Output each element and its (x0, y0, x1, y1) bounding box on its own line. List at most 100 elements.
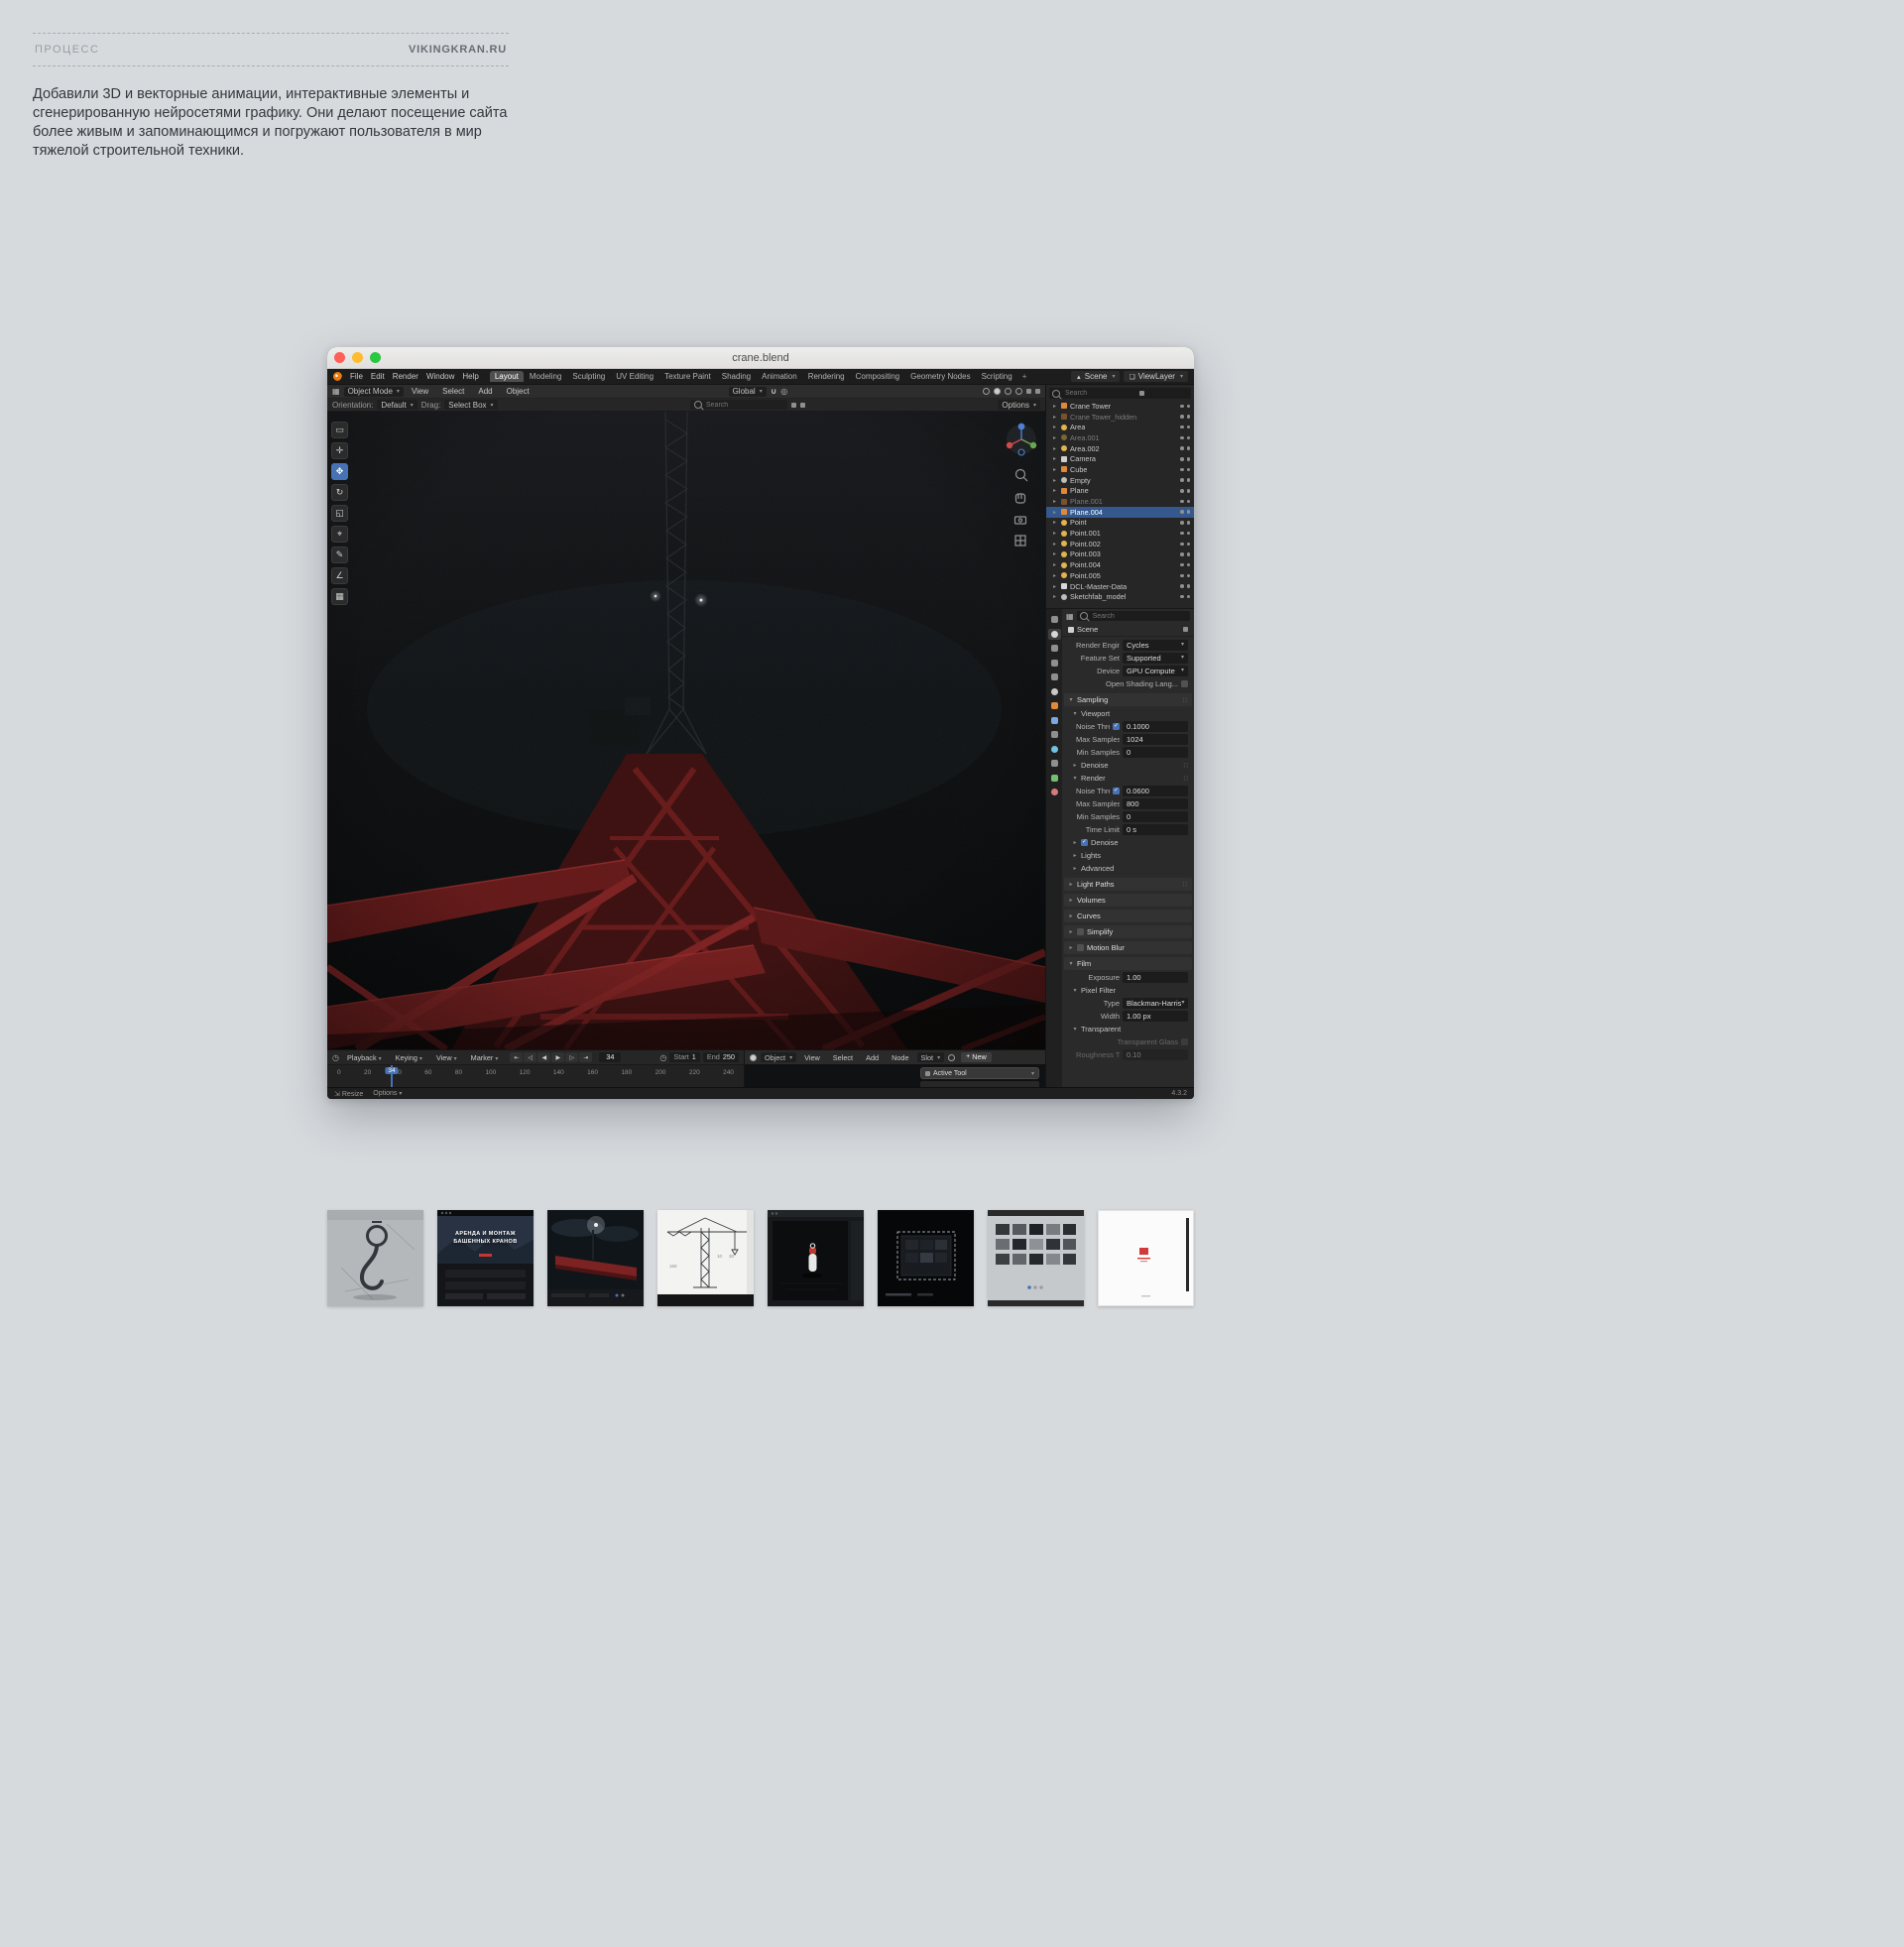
property-row[interactable]: Lights (1063, 849, 1193, 862)
property-value[interactable]: Supported (1123, 653, 1188, 664)
filter-icon[interactable] (800, 403, 805, 408)
property-row[interactable]: Type Blackman-Harris (1063, 997, 1193, 1010)
outliner-search-box[interactable] (1049, 388, 1191, 399)
property-checkbox[interactable] (1181, 680, 1188, 687)
property-row[interactable]: Width 1.00 px (1063, 1010, 1193, 1023)
rendered-shading-icon[interactable] (1015, 388, 1022, 395)
jump-to-start-button[interactable]: ⇤ (510, 1052, 523, 1062)
visibility-toggles[interactable] (1180, 563, 1190, 567)
disclosure-icon[interactable] (1072, 987, 1078, 994)
property-row[interactable]: Light Paths (1064, 878, 1192, 891)
disclosure-icon[interactable] (1068, 960, 1074, 967)
expand-icon[interactable] (1053, 403, 1058, 410)
expand-icon[interactable] (1053, 466, 1058, 473)
property-checkbox[interactable] (1077, 944, 1084, 951)
properties-tab[interactable] (1048, 643, 1061, 654)
property-row[interactable]: Feature Set Supported (1063, 652, 1193, 665)
menu-item[interactable]: Keying (392, 1053, 426, 1062)
property-row[interactable]: Denoise (1063, 836, 1193, 849)
property-value[interactable]: GPU Compute (1123, 666, 1188, 676)
outliner-row[interactable]: Empty (1046, 475, 1194, 486)
visibility-toggles[interactable] (1180, 478, 1190, 482)
outliner-row[interactable]: DCL-Master-Data (1046, 581, 1194, 592)
property-checkbox[interactable] (1081, 839, 1088, 846)
menu-item[interactable]: Window (422, 372, 458, 381)
material-shading-icon[interactable] (1005, 388, 1012, 395)
menu-item[interactable]: Marker (467, 1053, 503, 1062)
expand-icon[interactable] (1053, 477, 1058, 484)
scale-tool[interactable]: ◱ (331, 505, 348, 522)
active-tool-panel[interactable]: Active Tool (920, 1067, 1039, 1079)
thumbnail-hook-viewport[interactable] (768, 1210, 864, 1306)
workspace-tab[interactable]: Rendering (803, 371, 850, 382)
property-row[interactable]: Render (1063, 772, 1193, 785)
properties-tab[interactable] (1048, 658, 1061, 669)
property-row[interactable]: Transparent Glass (1063, 1035, 1193, 1048)
playhead[interactable]: 34 (391, 1065, 393, 1087)
outliner-row[interactable]: Point.005 (1046, 570, 1194, 581)
minimize-button[interactable] (352, 352, 363, 363)
timeline-editor-icon[interactable] (332, 1053, 339, 1062)
property-row[interactable]: Max Samples 1024 (1063, 733, 1193, 746)
outliner-row[interactable]: Point.001 (1046, 528, 1194, 539)
thumbnail-logo-page[interactable] (1098, 1210, 1194, 1306)
property-value[interactable]: 1024 (1123, 734, 1188, 745)
disclosure-icon[interactable] (1068, 696, 1074, 703)
expand-icon[interactable] (1053, 541, 1058, 548)
end-frame-field[interactable]: End250 (703, 1052, 739, 1062)
properties-search-box[interactable] (1077, 611, 1190, 621)
workspace-tab[interactable]: Scripting (977, 371, 1017, 382)
property-value[interactable]: 0 s (1123, 824, 1188, 835)
property-row[interactable]: Simplify (1064, 925, 1192, 938)
properties-tab[interactable] (1048, 700, 1061, 711)
property-row[interactable]: Transparent (1063, 1023, 1193, 1035)
property-value[interactable]: Blackman-Harris (1123, 998, 1188, 1009)
outliner-row[interactable]: Plane.001 (1046, 496, 1194, 507)
viewport-search-box[interactable] (690, 400, 787, 410)
current-frame-field[interactable]: 34 (599, 1052, 621, 1062)
outliner-row[interactable]: Crane Tower_hidden (1046, 412, 1194, 423)
property-value[interactable]: 1.00 px (1123, 1011, 1188, 1022)
camera-view-icon[interactable] (1015, 517, 1026, 524)
outliner-row[interactable]: Point.003 (1046, 549, 1194, 560)
options-dropdown[interactable]: Options (998, 400, 1040, 410)
visibility-toggles[interactable] (1180, 468, 1190, 472)
outliner-row[interactable]: Area (1046, 422, 1194, 432)
properties-tab[interactable] (1048, 671, 1061, 682)
thumbnail-texture-atlas[interactable] (988, 1210, 1084, 1306)
expand-icon[interactable] (1053, 455, 1058, 462)
thumbnail-hook-model[interactable] (327, 1210, 423, 1306)
next-keyframe-button[interactable]: ▷ (565, 1052, 578, 1062)
expand-icon[interactable] (1053, 487, 1058, 494)
expand-icon[interactable] (1053, 583, 1058, 590)
property-row[interactable]: Roughness T... 0.10 (1063, 1048, 1193, 1061)
mode-dropdown[interactable]: Object Mode (344, 387, 404, 397)
menu-item[interactable]: File (346, 372, 367, 381)
properties-tab[interactable] (1048, 758, 1061, 769)
property-row[interactable]: Open Shading Lang... (1063, 677, 1193, 690)
slot-dropdown[interactable]: Slot (917, 1052, 945, 1062)
properties-tab[interactable] (1048, 629, 1061, 640)
navigation-gizmo[interactable] (1007, 424, 1036, 455)
properties-tab[interactable] (1048, 686, 1061, 697)
outliner-row[interactable]: Point.004 (1046, 559, 1194, 570)
menu-item[interactable]: Select (829, 1053, 857, 1062)
workspace-tab[interactable]: Layout (490, 371, 524, 382)
outliner-row[interactable]: Camera (1046, 453, 1194, 464)
expand-icon[interactable] (1053, 530, 1058, 537)
property-row[interactable]: Device GPU Compute (1063, 665, 1193, 677)
visibility-toggles[interactable] (1180, 415, 1190, 419)
visibility-toggles[interactable] (1180, 532, 1190, 536)
property-value[interactable]: 0 (1123, 747, 1188, 758)
property-row[interactable]: Volumes (1064, 894, 1192, 907)
disclosure-icon[interactable] (1072, 710, 1078, 717)
property-checkbox[interactable] (1181, 1038, 1188, 1045)
visibility-toggles[interactable] (1180, 552, 1190, 556)
visibility-toggles[interactable] (1180, 521, 1190, 525)
move-tool[interactable]: ✥ (331, 463, 348, 480)
visibility-toggles[interactable] (1180, 446, 1190, 450)
outliner-search-input[interactable] (1063, 389, 1136, 398)
disclosure-icon[interactable] (1068, 913, 1074, 919)
workspace-tab[interactable]: Texture Paint (659, 371, 716, 382)
editor-type-icon[interactable] (1066, 612, 1074, 621)
